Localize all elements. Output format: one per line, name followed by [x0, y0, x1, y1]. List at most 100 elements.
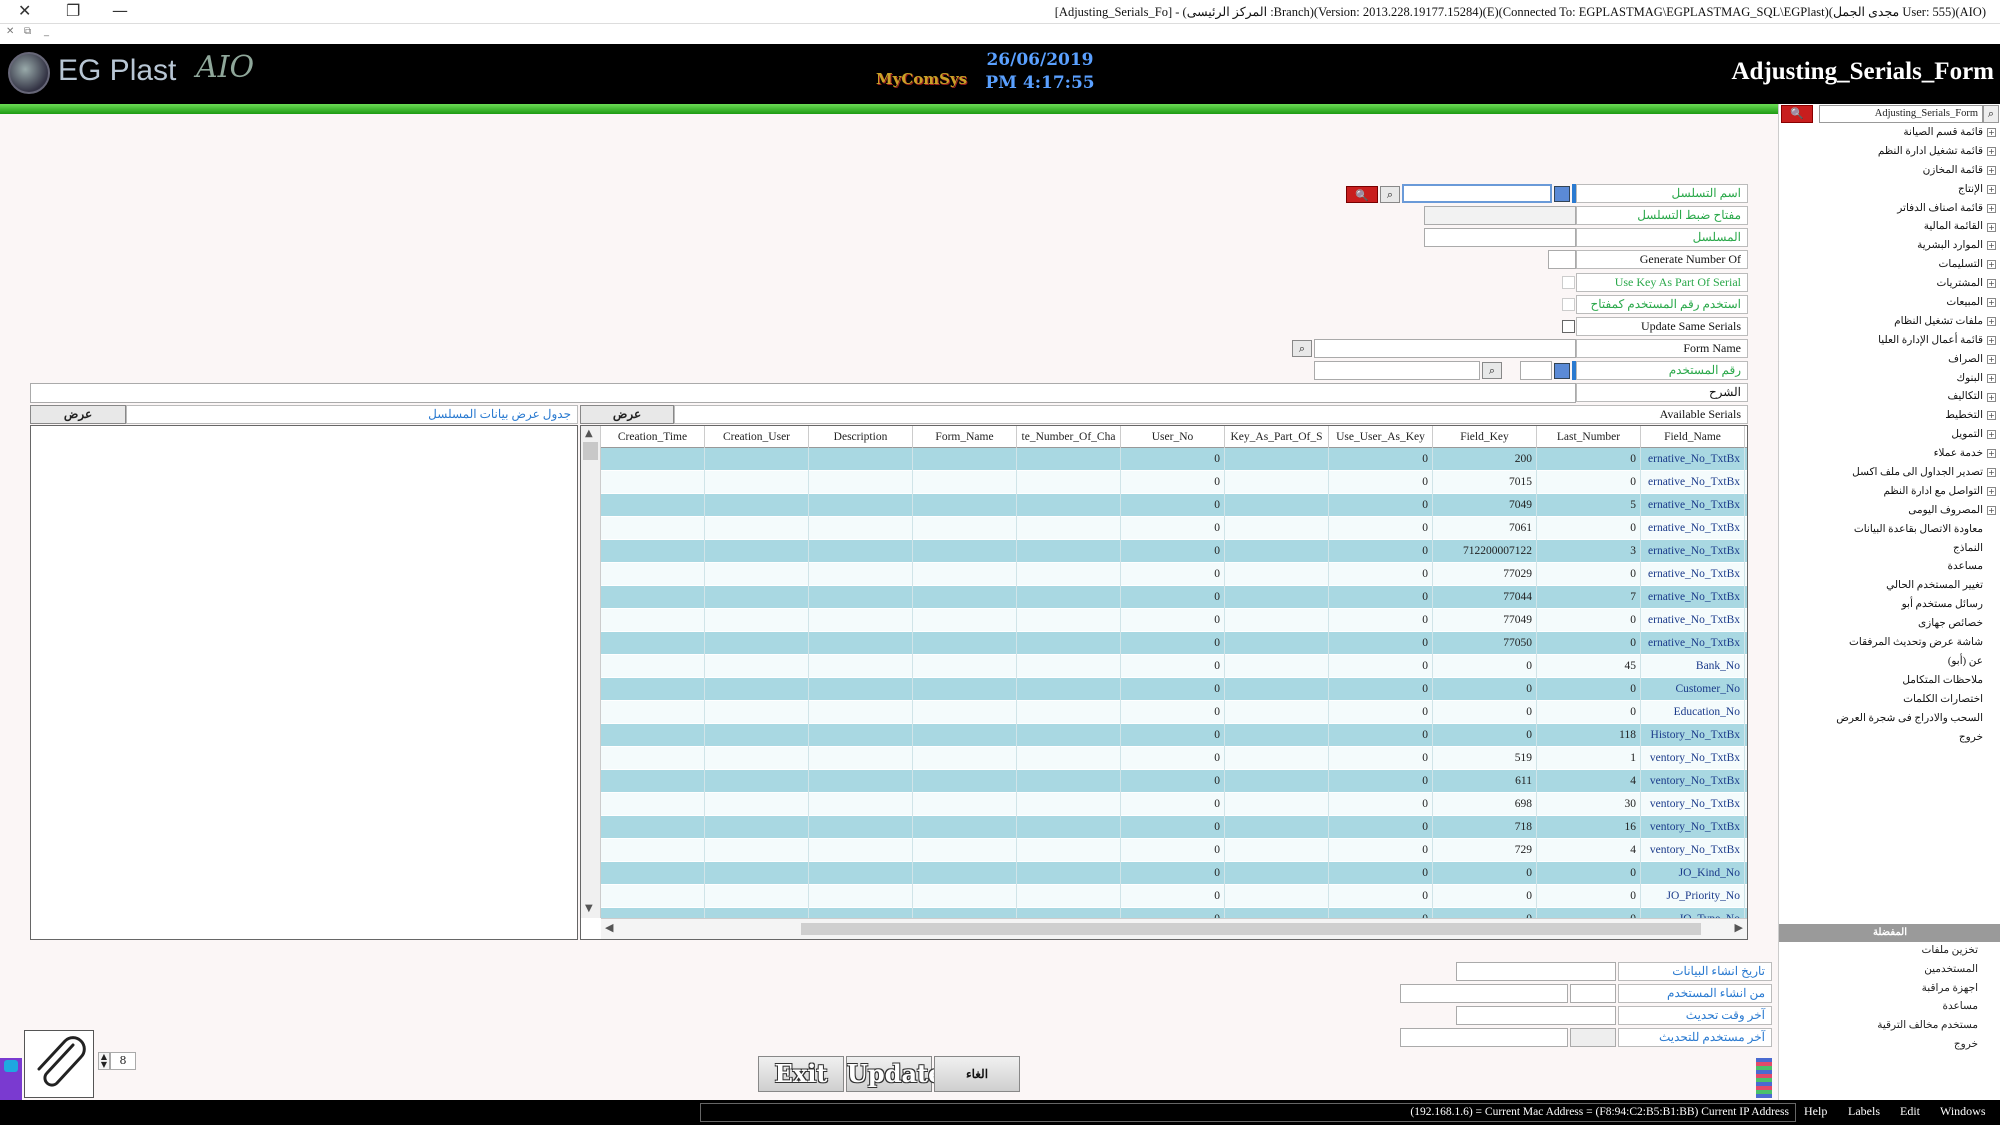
- table-cell[interactable]: [705, 839, 809, 862]
- table-cell[interactable]: 0: [1537, 609, 1641, 632]
- table-cell[interactable]: [1225, 885, 1329, 908]
- table-cell[interactable]: 0: [1121, 908, 1225, 918]
- table-cell[interactable]: 0: [1121, 540, 1225, 563]
- table-cell[interactable]: 729: [1433, 839, 1537, 862]
- sidebar-item[interactable]: تصدير الجداول الى ملف اكسل +: [1782, 466, 1996, 485]
- table-cell[interactable]: 0: [1329, 839, 1433, 862]
- search-icon[interactable]: ⌕: [1380, 186, 1400, 203]
- table-cell[interactable]: [1225, 747, 1329, 770]
- table-cell[interactable]: ventory_No_TxtBx: [1641, 793, 1745, 816]
- table-cell[interactable]: [1225, 448, 1329, 471]
- table-cell[interactable]: [913, 816, 1017, 839]
- table-cell[interactable]: [601, 632, 705, 655]
- expand-icon[interactable]: +: [1987, 354, 1996, 364]
- column-header[interactable]: Creation_User: [705, 426, 809, 448]
- column-header[interactable]: Last_Number: [1537, 426, 1641, 448]
- table-cell[interactable]: 1: [1537, 747, 1641, 770]
- table-cell[interactable]: 7049: [1433, 494, 1537, 517]
- table-row[interactable]: 0 0 0 0 JO_Priority_No: [601, 885, 1747, 908]
- table-cell[interactable]: [705, 586, 809, 609]
- table-cell[interactable]: 77049: [1433, 609, 1537, 632]
- table-cell[interactable]: [601, 448, 705, 471]
- sidebar-search-input[interactable]: Adjusting_Serials_Form: [1819, 105, 1983, 123]
- table-cell[interactable]: 3: [1537, 540, 1641, 563]
- table-cell[interactable]: [705, 770, 809, 793]
- table-cell[interactable]: [1225, 494, 1329, 517]
- table-cell[interactable]: [705, 678, 809, 701]
- table-cell[interactable]: 0: [1537, 701, 1641, 724]
- menu-windows[interactable]: Windows: [1940, 1104, 1986, 1119]
- table-cell[interactable]: 118: [1537, 724, 1641, 747]
- table-cell[interactable]: [809, 770, 913, 793]
- sidebar-item[interactable]: عن (أبو): [1782, 655, 1996, 674]
- table-cell[interactable]: 45: [1537, 655, 1641, 678]
- mdi-close-icon[interactable]: ✕: [6, 26, 14, 37]
- table-row[interactable]: 0 0 0 45 Bank_No: [601, 655, 1747, 678]
- table-cell[interactable]: [1017, 885, 1121, 908]
- table-cell[interactable]: [601, 517, 705, 540]
- table-cell[interactable]: [809, 908, 913, 918]
- table-cell[interactable]: [601, 540, 705, 563]
- menu-help[interactable]: Help: [1804, 1104, 1827, 1119]
- sidebar-item[interactable]: النماذج: [1782, 542, 1996, 561]
- table-cell[interactable]: [1017, 839, 1121, 862]
- table-cell[interactable]: 519: [1433, 747, 1537, 770]
- table-cell[interactable]: [1225, 839, 1329, 862]
- close-icon[interactable]: ✕: [18, 1, 31, 20]
- table-cell[interactable]: [913, 471, 1017, 494]
- table-row[interactable]: 0 0 7061 0 ernative_No_TxtBx: [601, 517, 1747, 540]
- favorite-item[interactable]: المستخدمين: [1778, 963, 1978, 982]
- attach-count[interactable]: 8: [110, 1052, 136, 1070]
- table-cell[interactable]: JO_Priority_No: [1641, 885, 1745, 908]
- table-cell[interactable]: ventory_No_TxtBx: [1641, 747, 1745, 770]
- left-view-button[interactable]: عرض: [30, 405, 126, 424]
- table-cell[interactable]: 7061: [1433, 517, 1537, 540]
- table-cell[interactable]: [809, 494, 913, 517]
- table-cell[interactable]: [1225, 701, 1329, 724]
- column-header[interactable]: User_No: [1121, 426, 1225, 448]
- table-cell[interactable]: [601, 816, 705, 839]
- sidebar-item[interactable]: رسائل مستخدم أبو: [1782, 598, 1996, 617]
- sidebar-item[interactable]: التمويل +: [1782, 428, 1996, 447]
- table-cell[interactable]: [1225, 655, 1329, 678]
- sidebar-item[interactable]: المبيعات +: [1782, 296, 1996, 315]
- table-cell[interactable]: [1017, 747, 1121, 770]
- table-cell[interactable]: JO_Type_No: [1641, 908, 1745, 918]
- table-cell[interactable]: 611: [1433, 770, 1537, 793]
- table-cell[interactable]: 30: [1537, 793, 1641, 816]
- serial-name-lookup-icon[interactable]: [1554, 186, 1570, 202]
- attachment-button[interactable]: [24, 1030, 94, 1098]
- table-cell[interactable]: Bank_No: [1641, 655, 1745, 678]
- table-cell[interactable]: 0: [1433, 655, 1537, 678]
- sidebar-item[interactable]: قائمة تشغيل ادارة النظم +: [1782, 145, 1996, 164]
- table-cell[interactable]: [809, 655, 913, 678]
- scroll-thumb[interactable]: [583, 442, 598, 460]
- expand-icon[interactable]: +: [1987, 449, 1996, 459]
- table-cell[interactable]: [809, 701, 913, 724]
- expand-icon[interactable]: +: [1987, 335, 1996, 345]
- table-cell[interactable]: [1017, 816, 1121, 839]
- table-row[interactable]: 0 0 519 1 ventory_No_TxtBx: [601, 747, 1747, 770]
- table-cell[interactable]: [809, 747, 913, 770]
- table-cell[interactable]: History_No_TxtBx: [1641, 724, 1745, 747]
- sidebar-item[interactable]: المصروف اليومى +: [1782, 504, 1996, 523]
- table-row[interactable]: 0 0 7015 0 ernative_No_TxtBx: [601, 471, 1747, 494]
- table-cell[interactable]: 0: [1329, 494, 1433, 517]
- table-cell[interactable]: [1225, 586, 1329, 609]
- table-cell[interactable]: 718: [1433, 816, 1537, 839]
- table-row[interactable]: 0 0 0 0 JO_Kind_No: [601, 862, 1747, 885]
- restore-icon[interactable]: ❐: [66, 1, 80, 20]
- table-cell[interactable]: ernative_No_TxtBx: [1641, 448, 1745, 471]
- table-cell[interactable]: 0: [1121, 632, 1225, 655]
- update-same-checkbox[interactable]: [1562, 320, 1575, 333]
- table-cell[interactable]: [913, 908, 1017, 918]
- table-cell[interactable]: [1225, 471, 1329, 494]
- table-cell[interactable]: [809, 609, 913, 632]
- table-cell[interactable]: 0: [1121, 517, 1225, 540]
- table-row[interactable]: 0 0 77049 0 ernative_No_TxtBx: [601, 609, 1747, 632]
- cancel-button[interactable]: الغاء: [934, 1056, 1020, 1092]
- table-cell[interactable]: [913, 885, 1017, 908]
- table-cell[interactable]: ernative_No_TxtBx: [1641, 632, 1745, 655]
- table-row[interactable]: 0 0 77050 0 ernative_No_TxtBx: [601, 632, 1747, 655]
- table-cell[interactable]: Education_No: [1641, 701, 1745, 724]
